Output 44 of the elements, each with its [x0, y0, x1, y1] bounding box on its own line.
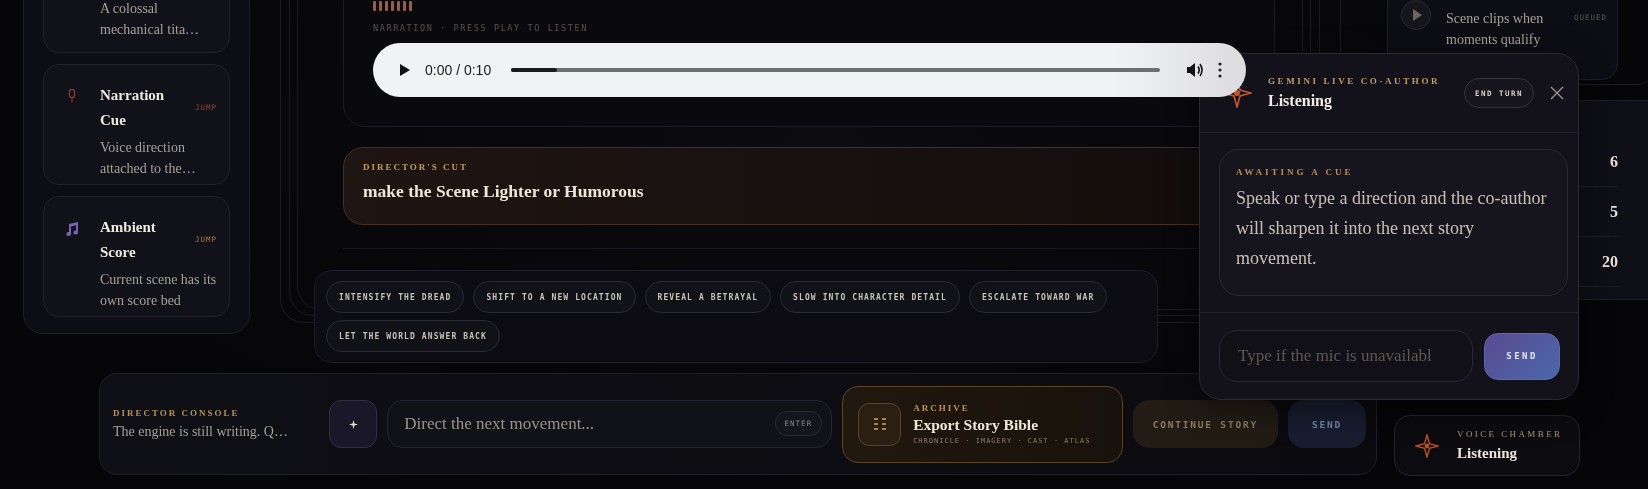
direction-text: make the Scene Lighter or Humorous	[363, 181, 645, 202]
time-readout: 0:00 / 0:10	[425, 62, 492, 78]
card-label: DIRECTOR'S CUT	[363, 162, 470, 172]
cue-text: Speak or type a direction and the co-author will sharpen it into the next story movement.	[1236, 187, 1548, 270]
ledger-value: 20	[1602, 252, 1618, 271]
archive-label: ARCHIVE	[913, 403, 971, 413]
suggestion-chip[interactable]: LET THE WORLD ANSWER BACK	[326, 320, 500, 352]
volume-icon[interactable]	[1186, 62, 1204, 78]
card-description: Current scene has its own score bed	[100, 270, 217, 310]
close-icon[interactable]	[1550, 86, 1564, 100]
card-title: Narration Cue	[100, 85, 166, 130]
suggestion-chip[interactable]: SLOW INTO CHARACTER DETAIL	[780, 281, 960, 313]
suggestion-chip[interactable]: SHIFT TO A NEW LOCATION	[473, 281, 636, 313]
suggestion-chip[interactable]: REVEAL A BETRAYAL	[644, 281, 772, 313]
message-input[interactable]: Type if the mic is unavailabl	[1219, 330, 1474, 382]
cue-label: AWAITING A CUE	[1236, 167, 1355, 177]
card-description: A colossal mechanical tita…	[100, 0, 201, 39]
music-note-icon	[64, 220, 80, 237]
suggestion-chip[interactable]: ESCALATE TOWARD WAR	[968, 281, 1108, 313]
suggestion-chip[interactable]: INTENSIFY THE DREAD	[326, 281, 465, 313]
voice-label: VOICE CHAMBER	[1457, 429, 1563, 439]
more-icon[interactable]	[1218, 62, 1222, 78]
panel-status: Listening	[1268, 92, 1333, 110]
sparkle-icon	[348, 419, 358, 429]
card-description: Voice direction attached to the…	[100, 138, 197, 178]
archive-title: Export Story Bible	[913, 416, 1040, 434]
progress-track[interactable]	[511, 68, 1160, 72]
narration-caption: NARRATION · PRESS PLAY TO LISTEN	[373, 23, 588, 33]
console-label: DIRECTOR CONSOLE	[113, 408, 241, 418]
send-button[interactable]: SEND	[1484, 332, 1560, 380]
compass-star-icon	[1415, 433, 1439, 458]
voice-status: Listening	[1457, 445, 1518, 462]
archive-icon	[858, 402, 902, 446]
audio-player[interactable]: 0:00 / 0:10	[373, 43, 1246, 97]
microphone-icon	[67, 88, 77, 103]
waveform-icon	[373, 1, 415, 11]
panel-label: GEMINI LIVE CO-AUTHOR	[1268, 76, 1442, 86]
clips-text: Scene clips when moments qualify	[1446, 10, 1545, 49]
ledger-value: 5	[1610, 202, 1618, 221]
card-title: Ambient Score	[100, 217, 157, 262]
console-status: The engine is still writing. Q…	[113, 424, 289, 440]
play-icon[interactable]	[399, 63, 411, 77]
scene-card[interactable]: A colossal mechanical tita…	[43, 0, 230, 53]
ledger-value: 6	[1610, 152, 1618, 171]
